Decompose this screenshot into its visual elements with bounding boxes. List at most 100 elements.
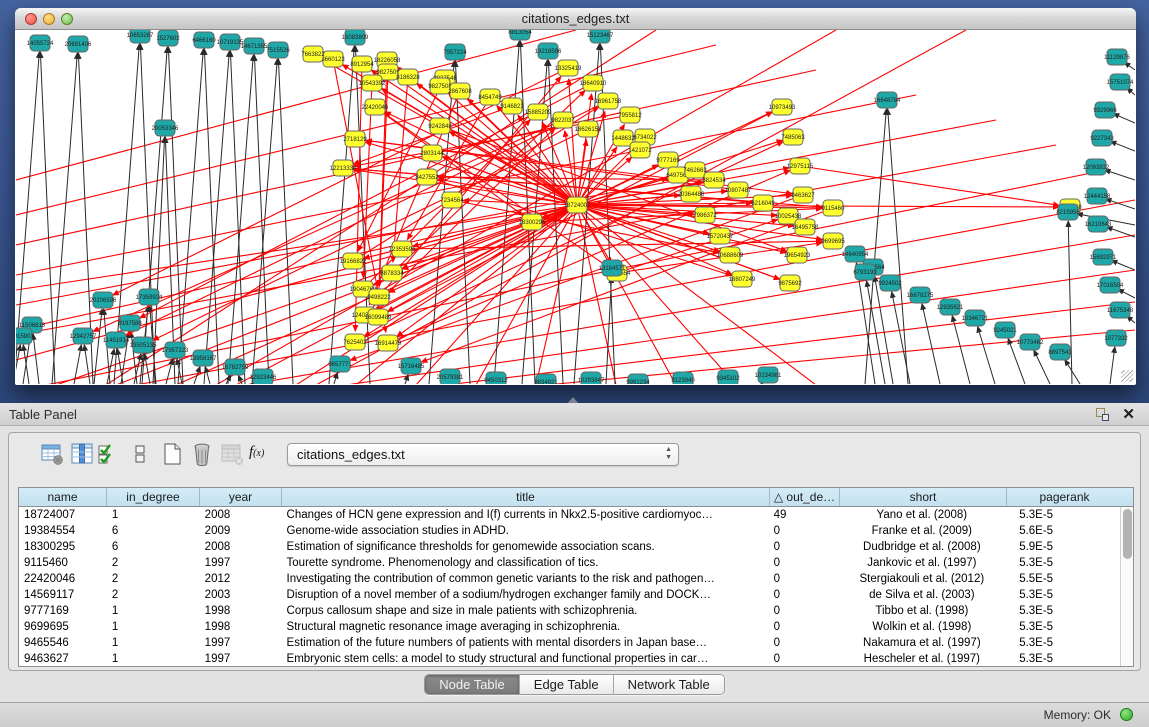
graph-node-8912954[interactable]: 8912954 bbox=[350, 56, 374, 72]
graph-node-9657771[interactable]: 9657771 bbox=[328, 356, 352, 372]
graph-node-9875692[interactable]: 9875692 bbox=[778, 275, 802, 291]
graph-node-6793193[interactable]: 6793193 bbox=[853, 264, 877, 280]
table-row[interactable]: 2242004622012Investigating the contribut… bbox=[19, 571, 1120, 587]
graph-node-12093832[interactable]: 12093832 bbox=[1083, 159, 1110, 175]
graph-node-11451914[interactable]: 11451914 bbox=[103, 332, 130, 348]
tab-network-table[interactable]: Network Table bbox=[614, 675, 724, 694]
graph-node-9822037[interactable]: 9822037 bbox=[551, 112, 575, 128]
graph-node-6466160[interactable]: 6466160 bbox=[192, 32, 216, 48]
graph-node-8186328[interactable]: 8186328 bbox=[396, 69, 420, 85]
graph-node-20691406[interactable]: 20691406 bbox=[65, 36, 92, 52]
graph-node-14055724[interactable]: 14055724 bbox=[27, 35, 54, 51]
table-row[interactable]: 1938455462009Genome-wide association stu… bbox=[19, 523, 1120, 539]
window-titlebar[interactable]: citations_edges.txt bbox=[15, 8, 1136, 30]
graph-node-20206596[interactable]: 20206596 bbox=[90, 292, 117, 308]
graph-node-15885209[interactable]: 15885209 bbox=[525, 104, 552, 120]
graph-node-12923446[interactable]: 12923446 bbox=[250, 369, 277, 384]
graph-node-7955812[interactable]: 7955812 bbox=[618, 107, 642, 123]
graph-node-11675348[interactable]: 11675348 bbox=[1107, 302, 1134, 318]
table-row[interactable]: 1456911722003Disruption of a novel membe… bbox=[19, 587, 1120, 603]
graph-node-10293847[interactable]: 10293847 bbox=[578, 372, 605, 384]
graph-node-19654923[interactable]: 19654923 bbox=[784, 247, 811, 263]
graph-node-17957223[interactable]: 17957223 bbox=[162, 342, 189, 358]
graph-node-8813054[interactable]: 8813054 bbox=[508, 30, 532, 40]
graph-node-9450312[interactable]: 9450312 bbox=[484, 372, 508, 384]
graph-node-6216049[interactable]: 6216049 bbox=[751, 195, 775, 211]
graph-node-9242848[interactable]: 9242848 bbox=[428, 118, 452, 134]
table-type-segmented-control[interactable]: Node TableEdge TableNetwork Table bbox=[424, 674, 725, 695]
graph-node-10543392[interactable]: 10543392 bbox=[359, 75, 386, 91]
graph-node-7234564[interactable]: 7234564 bbox=[440, 192, 464, 208]
memory-ok-indicator-icon[interactable] bbox=[1120, 708, 1133, 721]
graph-node-18640910[interactable]: 18640910 bbox=[580, 75, 607, 91]
graph-node-13325419[interactable]: 13325419 bbox=[555, 60, 582, 76]
column-header-out_de[interactable]: △ out_de… bbox=[770, 488, 840, 506]
table-header-row[interactable]: namein_degreeyeartitle△ out_de…shortpage… bbox=[19, 488, 1133, 507]
select-all-rows-icon[interactable] bbox=[95, 441, 121, 467]
column-header-title[interactable]: title bbox=[282, 488, 770, 506]
graph-node-15751074[interactable]: 15751074 bbox=[1107, 74, 1134, 90]
graph-node-8660123[interactable]: 8660123 bbox=[321, 51, 345, 67]
graph-node-16914479[interactable]: 16914479 bbox=[375, 335, 402, 351]
node-table[interactable]: namein_degreeyeartitle△ out_de…shortpage… bbox=[18, 487, 1134, 667]
column-visibility-icon[interactable] bbox=[69, 441, 95, 467]
table-row[interactable]: 1830029562008Estimation of significance … bbox=[19, 539, 1120, 555]
table-panel-titlebar[interactable]: Table Panel ✕ bbox=[0, 403, 1149, 426]
graph-node-16210643[interactable]: 16210643 bbox=[1085, 216, 1112, 232]
table-selector-dropdown[interactable]: citations_edges.txt ▲▼ bbox=[287, 443, 679, 466]
graph-node-1421072[interactable]: 1421072 bbox=[628, 142, 652, 158]
graph-node-9777169[interactable]: 9777169 bbox=[656, 152, 680, 168]
column-header-in_degree[interactable]: in_degree bbox=[107, 488, 200, 506]
graph-node-9329966[interactable]: 9329966 bbox=[1093, 102, 1117, 118]
graph-node-3824534[interactable]: 3824534 bbox=[702, 172, 726, 188]
graph-node-2718129[interactable]: 2718129 bbox=[343, 131, 367, 147]
scrollbar-thumb[interactable] bbox=[1123, 509, 1132, 559]
graph-node-12353594[interactable]: 12353594 bbox=[389, 241, 416, 257]
graph-node-8123940[interactable]: 8123940 bbox=[671, 372, 695, 384]
graph-node-10346721[interactable]: 10346721 bbox=[962, 310, 989, 326]
graph-node-8427552[interactable]: 8427552 bbox=[415, 169, 439, 185]
table-row[interactable]: 969969511998Structural magnetic resonanc… bbox=[19, 619, 1120, 635]
graph-node-13505135[interactable]: 13505135 bbox=[130, 337, 157, 353]
graph-node-19166822[interactable]: 19166822 bbox=[340, 253, 367, 269]
function-builder-icon[interactable]: f(x) bbox=[249, 444, 283, 461]
graph-node-16083809[interactable]: 16083809 bbox=[342, 30, 369, 45]
graph-node-15720437[interactable]: 15720437 bbox=[707, 228, 734, 244]
graph-node-16961758[interactable]: 16961758 bbox=[595, 93, 622, 109]
graph-node-18300295[interactable]: 18300295 bbox=[519, 214, 546, 230]
graph-node-9345102[interactable]: 9345102 bbox=[716, 370, 740, 384]
graph-node-16099489[interactable]: 16099489 bbox=[365, 309, 392, 325]
column-header-year[interactable]: year bbox=[200, 488, 282, 506]
graph-node-9981234[interactable]: 9981234 bbox=[626, 374, 650, 384]
graph-node-10973493[interactable]: 10973493 bbox=[769, 99, 796, 115]
citation-network-graph[interactable]: 1872400786601237663822891295418226058982… bbox=[16, 30, 1135, 384]
table-scrollbar[interactable] bbox=[1120, 507, 1133, 666]
table-settings-icon[interactable] bbox=[39, 441, 65, 467]
table-row[interactable]: 911546021997Tourette syndrome. Phenomeno… bbox=[19, 555, 1120, 571]
graph-node-20364486[interactable]: 20364486 bbox=[678, 186, 705, 202]
float-panel-icon[interactable] bbox=[1096, 408, 1109, 421]
graph-node-8215958[interactable]: 8215958 bbox=[1056, 204, 1080, 220]
delete-table-icon[interactable] bbox=[219, 441, 245, 467]
graph-node-12975115[interactable]: 12975115 bbox=[787, 158, 814, 174]
graph-node-10653287[interactable]: 10653287 bbox=[127, 30, 154, 43]
graph-node-20053346[interactable]: 20053346 bbox=[152, 120, 179, 136]
graph-node-19218596[interactable]: 19218596 bbox=[535, 43, 562, 59]
graph-node-10688609[interactable]: 10688609 bbox=[717, 247, 744, 263]
graph-node-8454749[interactable]: 8454749 bbox=[478, 89, 502, 105]
graph-node-10807487[interactable]: 10807487 bbox=[725, 182, 752, 198]
graph-node-7957224[interactable]: 7957224 bbox=[443, 44, 467, 60]
graph-node-2867608[interactable]: 2867608 bbox=[448, 83, 472, 99]
new-table-icon[interactable] bbox=[159, 441, 185, 467]
graph-node-10234981[interactable]: 10234981 bbox=[755, 367, 782, 383]
graph-node-12942757[interactable]: 12942757 bbox=[70, 328, 97, 344]
graph-node-1527602[interactable]: 1527602 bbox=[156, 30, 180, 46]
graph-node-17359924[interactable]: 17359924 bbox=[136, 289, 163, 305]
row-height-icon[interactable] bbox=[127, 441, 153, 467]
column-header-pagerank[interactable]: pagerank bbox=[1007, 488, 1122, 506]
graph-node-2803144[interactable]: 2803144 bbox=[420, 145, 444, 161]
resize-grip-icon[interactable] bbox=[1121, 370, 1133, 382]
graph-node-7986372[interactable]: 7986372 bbox=[693, 207, 717, 223]
table-body[interactable]: 1872400712008Changes of HCN gene express… bbox=[19, 507, 1120, 666]
column-header-short[interactable]: short bbox=[840, 488, 1007, 506]
